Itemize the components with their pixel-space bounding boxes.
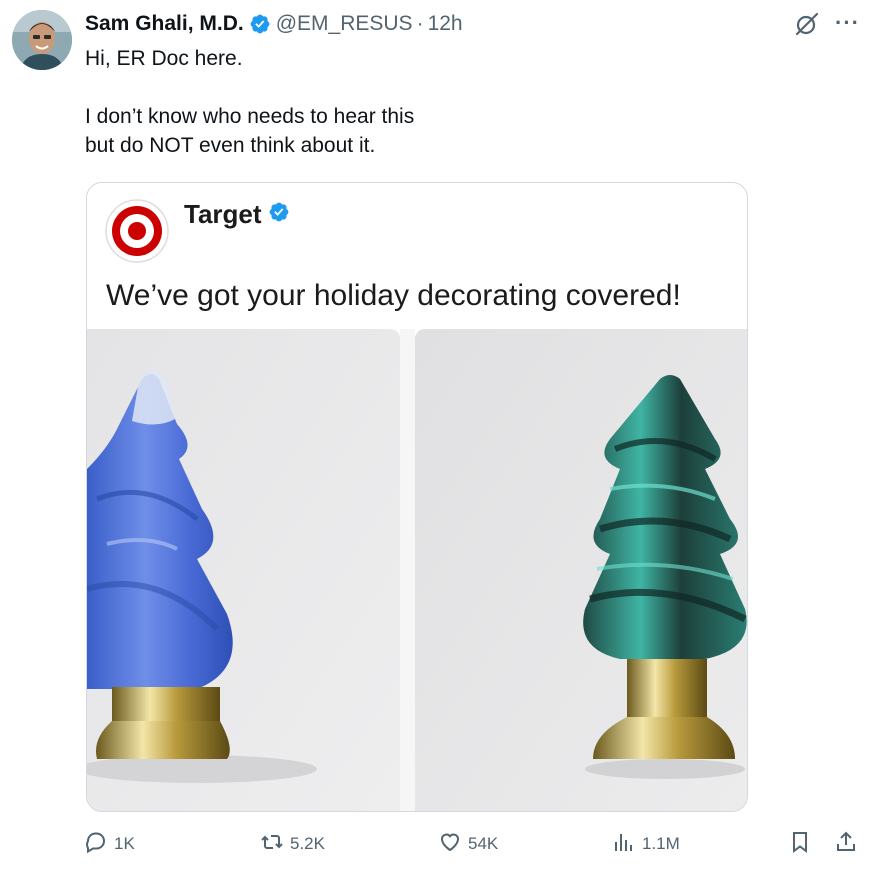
reply-count: 1K <box>114 834 135 853</box>
tweet-media[interactable]: Target We’ve got your holiday decorating… <box>86 182 748 812</box>
photo-divider <box>400 329 415 811</box>
brand-name: Target <box>184 199 262 229</box>
views-button[interactable]: 1.1M <box>612 826 680 862</box>
grok-icon[interactable] <box>793 10 821 43</box>
bookmark-icon <box>788 830 812 859</box>
more-icon[interactable]: ··· <box>835 11 860 34</box>
author-handle[interactable]: @EM_RESUS <box>276 12 413 36</box>
like-button[interactable]: 54K <box>438 826 498 862</box>
product-photo-green[interactable] <box>415 329 747 811</box>
embedded-post-text: We’ve got your holiday decorating covere… <box>106 279 681 312</box>
repost-icon <box>260 830 284 859</box>
verified-badge-icon <box>249 13 271 35</box>
tweet-header: Sam Ghali, M.D. @EM_RESUS · 12h <box>85 9 463 39</box>
tweet-text: Hi, ER Doc here. I don’t know who needs … <box>85 47 415 157</box>
repost-button[interactable]: 5.2K <box>260 826 325 862</box>
views-icon <box>612 830 636 859</box>
tweet-top-actions: ··· <box>793 10 860 43</box>
reply-icon <box>84 830 108 859</box>
like-count: 54K <box>468 834 499 853</box>
timestamp[interactable]: 12h <box>428 12 463 36</box>
share-icon <box>834 830 858 859</box>
embedded-author: Target <box>184 199 290 230</box>
verified-badge-icon <box>262 199 290 230</box>
views-count: 1.1M <box>642 834 680 853</box>
target-logo <box>105 199 169 263</box>
avatar[interactable] <box>12 10 72 70</box>
heart-icon <box>438 830 462 859</box>
bookmark-button[interactable] <box>788 826 812 862</box>
reply-button[interactable]: 1K <box>84 826 135 862</box>
repost-count: 5.2K <box>290 834 325 853</box>
separator: · <box>416 12 424 35</box>
tweet-actions: 1K 5.2K 54K 1.1M <box>0 826 882 862</box>
product-photo-blue[interactable] <box>87 329 400 811</box>
embedded-post-header: Target We’ve got your holiday decorating… <box>87 183 747 329</box>
share-button[interactable] <box>834 826 858 862</box>
author-name[interactable]: Sam Ghali, M.D. <box>85 12 244 36</box>
